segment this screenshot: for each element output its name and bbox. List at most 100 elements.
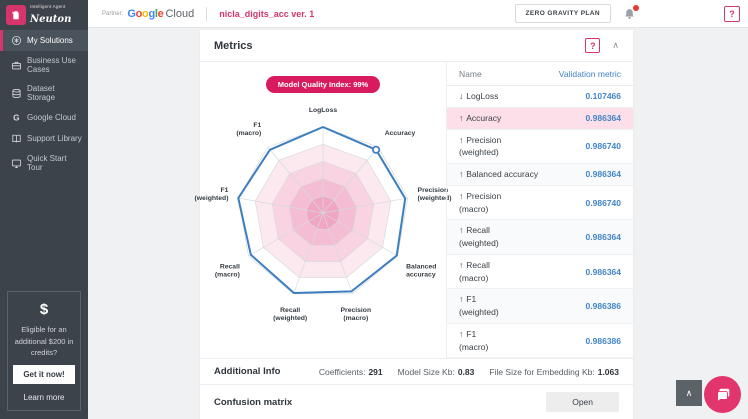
metric-value[interactable]: 0.986386	[586, 336, 621, 346]
metric-name: ↑Recall(macro)	[459, 259, 490, 285]
sidebar-item-google-cloud[interactable]: G Google Cloud	[0, 107, 88, 128]
metric-row-recall-macro[interactable]: ↑Recall(macro) 0.986364	[447, 255, 633, 290]
metric-row-balanced-accuracy[interactable]: ↑Balanced accuracy 0.986364	[447, 164, 633, 186]
additional-info-item: Model Size Kb:0.83	[398, 367, 475, 377]
metric-name: ↑Precision(macro)	[459, 190, 501, 216]
arrow-up-icon: ↑	[459, 225, 463, 235]
metric-row-accuracy[interactable]: ↑Accuracy 0.986364	[447, 108, 633, 130]
top-bar: Partner: Google Cloud nicla_digits_acc v…	[88, 0, 748, 28]
metric-name: ↑Recall(weighted)	[459, 224, 499, 250]
svg-text:G: G	[13, 113, 19, 122]
metric-value[interactable]: 0.986364	[586, 267, 621, 277]
metric-row-f1-weighted[interactable]: ↑F1(weighted) 0.986386	[447, 289, 633, 324]
google-icon: G	[11, 112, 22, 123]
metric-row-logloss[interactable]: ↓LogLoss 0.107466	[447, 86, 633, 108]
metric-name: ↑F1(macro)	[459, 328, 488, 354]
radar-chart: LogLossAccuracyPrecision(weighted)Balanc…	[201, 95, 445, 345]
arrow-up-icon: ↑	[459, 260, 463, 270]
project-title: nicla_digits_acc ver. 1	[219, 9, 314, 19]
radar-axis-label: Precision(macro)	[341, 307, 372, 322]
radar-axis-label: Accuracy	[385, 130, 416, 137]
plan-button[interactable]: ZERO GRAVITY PLAN	[515, 4, 611, 23]
confusion-matrix-section: Confusion matrix Open	[200, 384, 633, 419]
book-icon	[11, 133, 22, 144]
metrics-title: Metrics	[214, 40, 253, 52]
arrow-up-icon: ↑	[459, 169, 463, 179]
additional-info-item: File Size for Embedding Kb:1.063	[489, 367, 619, 377]
learn-more-link[interactable]: Learn more	[13, 393, 75, 402]
global-help-button[interactable]: ?	[724, 6, 740, 22]
google-cloud-logo: Google	[127, 8, 163, 20]
sidebar-item-label: My Solutions	[27, 36, 73, 45]
metrics-help-button[interactable]: ?	[585, 38, 600, 53]
metric-value[interactable]: 0.986364	[586, 169, 621, 179]
metric-value[interactable]: 0.986740	[586, 198, 621, 208]
sidebar-item-my-solutions[interactable]: My Solutions	[0, 30, 88, 51]
briefcase-icon	[11, 60, 22, 71]
metric-name: ↑Accuracy	[459, 112, 501, 125]
radar-axis-label: F1(weighted)	[194, 187, 228, 202]
sidebar-item-label: Google Cloud	[27, 113, 76, 122]
column-name: Name	[459, 69, 482, 79]
get-it-now-button[interactable]: Get it now!	[13, 365, 75, 384]
brand-name: Neuton	[30, 14, 71, 25]
metric-name: ↓LogLoss	[459, 90, 498, 103]
chat-bubble-icon	[714, 386, 732, 404]
arrow-up-icon: ↑	[459, 294, 463, 304]
model-quality-badge: Model Quality Index: 99%	[266, 76, 380, 93]
radar-chart-zone: Model Quality Index: 99% LogLoss Accuracy…	[200, 62, 446, 358]
sidebar-item-label: Quick Start Tour	[27, 154, 82, 172]
sidebar-item-business-use-cases[interactable]: Business Use Cases	[0, 51, 88, 79]
metric-row-f1-macro[interactable]: ↑F1(macro) 0.986386	[447, 324, 633, 359]
sidebar-item-support-library[interactable]: Support Library	[0, 128, 88, 149]
metric-row-precision-macro[interactable]: ↑Precision(macro) 0.986740	[447, 186, 633, 221]
metrics-body: Model Quality Index: 99% LogLoss Accuracy…	[200, 62, 633, 358]
metric-value[interactable]: 0.986364	[586, 113, 621, 123]
partner-label: Partner:	[102, 11, 123, 17]
metric-row-precision-weighted[interactable]: ↑Precision(weighted) 0.986740	[447, 130, 633, 165]
arrow-up-icon: ↑	[459, 191, 463, 201]
solutions-icon	[11, 35, 22, 46]
additional-info-section: Additional Info Coefficients:291Model Si…	[200, 358, 633, 384]
scroll-to-top-button[interactable]: ∧	[676, 380, 702, 406]
arrow-up-icon: ↑	[459, 135, 463, 145]
metric-name: ↑Precision(weighted)	[459, 134, 501, 160]
sidebar-item-quick-start-tour[interactable]: Quick Start Tour	[0, 149, 88, 177]
metrics-card: Metrics ? ∧ Model Quality Index: 99% Log…	[200, 30, 633, 419]
storage-icon	[11, 88, 22, 99]
metric-name: ↑F1(weighted)	[459, 293, 499, 319]
chat-button[interactable]	[704, 376, 741, 413]
tour-icon	[11, 158, 22, 169]
radar-axis-label: LogLoss	[309, 107, 338, 114]
metric-name: ↑Balanced accuracy	[459, 168, 538, 181]
collapse-chevron-icon[interactable]: ∧	[612, 40, 619, 51]
sidebar-item-label: Business Use Cases	[27, 56, 82, 74]
notifications-bell-icon[interactable]	[623, 7, 636, 21]
confusion-matrix-title: Confusion matrix	[214, 397, 292, 408]
metric-value[interactable]: 0.986386	[586, 301, 621, 311]
google-cloud-suffix: Cloud	[165, 8, 194, 20]
radar-axis-label: Recall(weighted)	[273, 307, 307, 322]
confusion-matrix-open-button[interactable]: Open	[546, 392, 619, 412]
brand-small: Intelligent Agent	[30, 4, 71, 9]
arrow-up-icon: ↑	[459, 329, 463, 339]
metrics-header: Metrics ? ∧	[200, 30, 633, 62]
radar-axis-label: Balancedaccuracy	[406, 264, 436, 279]
arrow-up-icon: ↑	[459, 113, 463, 123]
neuton-logo-icon	[6, 5, 26, 25]
notification-badge	[633, 5, 639, 11]
additional-info-title: Additional Info	[214, 366, 281, 377]
credits-box: $ Eligible for an additional $200 in cre…	[7, 291, 81, 411]
sidebar-item-label: Dataset Storage	[27, 84, 82, 102]
metric-row-recall-weighted[interactable]: ↑Recall(weighted) 0.986364	[447, 220, 633, 255]
metric-value[interactable]: 0.986740	[586, 141, 621, 151]
metric-value[interactable]: 0.986364	[586, 232, 621, 242]
sidebar-item-dataset-storage[interactable]: Dataset Storage	[0, 79, 88, 107]
metrics-table: Name Validation metric ↓LogLoss 0.107466 ↑…	[446, 62, 633, 358]
column-validation-metric[interactable]: Validation metric	[559, 69, 621, 79]
sidebar-nav: My Solutions Business Use Cases Dataset St…	[0, 30, 88, 177]
radar-axis-label: F1(macro)	[236, 122, 261, 137]
divider	[206, 7, 207, 21]
metric-value[interactable]: 0.107466	[586, 91, 621, 101]
neuton-logo[interactable]: Intelligent Agent Neuton	[0, 0, 88, 30]
